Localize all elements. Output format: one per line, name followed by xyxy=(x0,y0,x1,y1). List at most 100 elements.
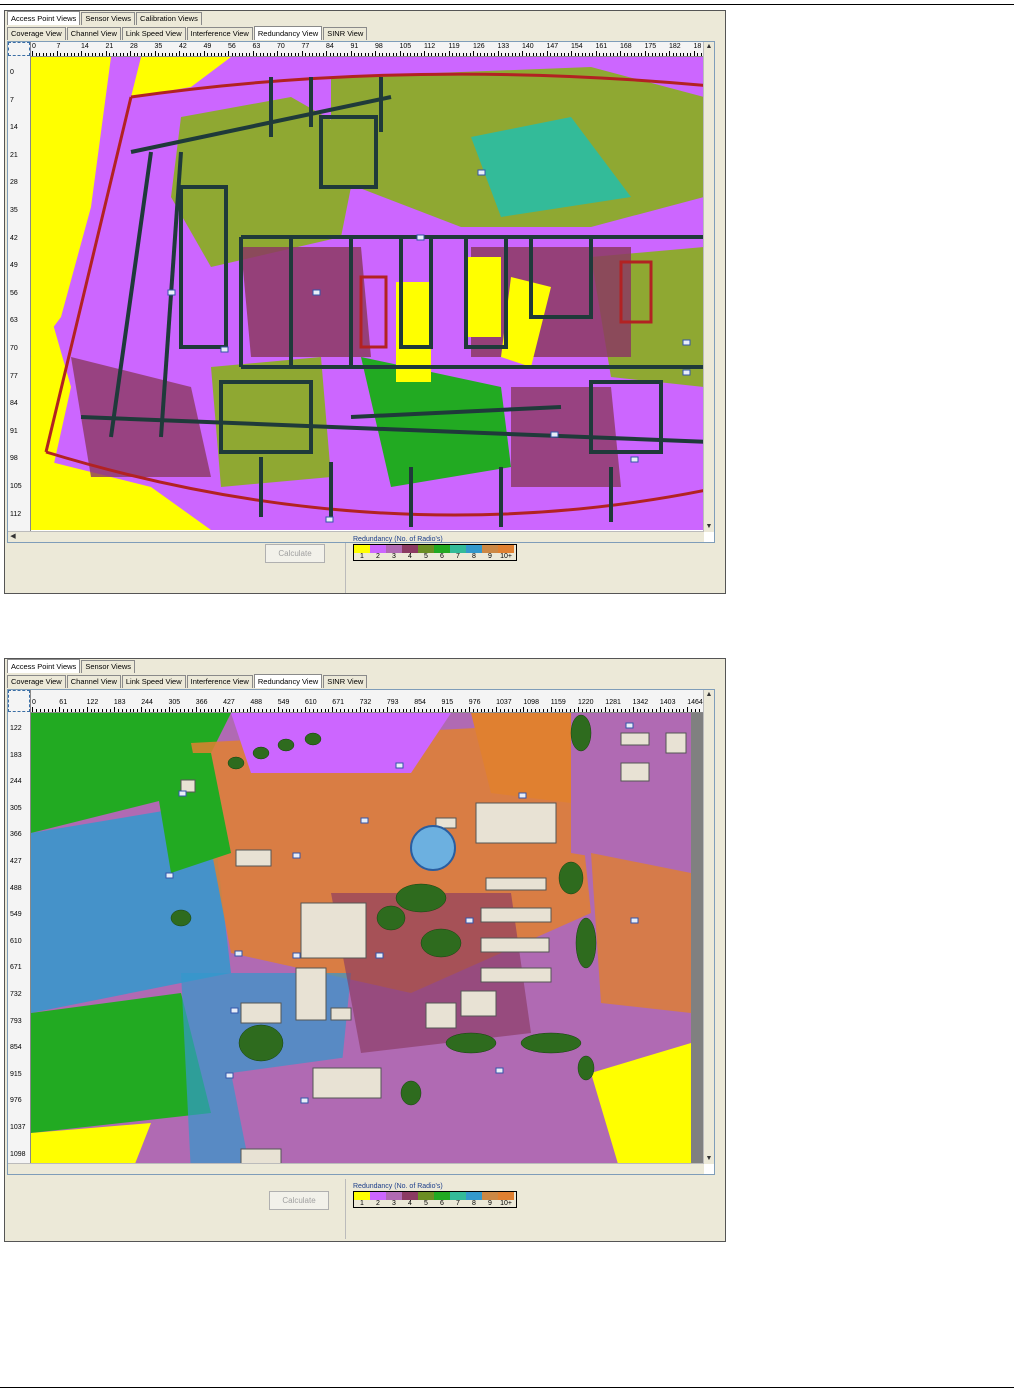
tab-access-point-views[interactable]: Access Point Views xyxy=(7,11,81,25)
calculate-button[interactable]: Calculate xyxy=(265,544,325,563)
ruler-tick xyxy=(217,53,219,56)
ruler-tick xyxy=(199,709,201,712)
ap-icon[interactable] xyxy=(518,792,527,799)
ap-icon[interactable] xyxy=(325,516,334,523)
legend-labels: 1 2 3 4 5 6 7 8 9 10+ xyxy=(354,553,516,560)
ruler-tick xyxy=(624,709,626,712)
ruler-y-label: 105 xyxy=(10,483,22,490)
scroll-down-arrow[interactable]: ▼ xyxy=(704,1154,714,1164)
ruler-tick xyxy=(676,53,677,56)
ruler-tick xyxy=(480,709,482,712)
scroll-up-arrow[interactable]: ▲ xyxy=(704,690,714,700)
ap-icon[interactable] xyxy=(495,1067,504,1074)
ruler-tick xyxy=(652,709,654,712)
ruler-tick xyxy=(242,709,244,712)
tab-interference-view[interactable]: Interference View xyxy=(186,675,253,688)
ruler-tick xyxy=(230,709,232,712)
ap-icon[interactable] xyxy=(292,852,301,859)
ap-icon[interactable] xyxy=(220,346,229,353)
ap-icon[interactable] xyxy=(312,289,321,296)
ap-icon[interactable] xyxy=(395,762,404,769)
ruler-tick xyxy=(110,709,111,712)
tab-coverage-view[interactable]: Coverage View xyxy=(7,675,66,688)
redundancy-heatmap-floor[interactable] xyxy=(31,57,704,530)
ruler-y-label: 976 xyxy=(10,1097,22,1105)
tab-channel-view[interactable]: Channel View xyxy=(66,675,121,688)
ruler-tick xyxy=(550,707,552,712)
tab-access-point-views[interactable]: Access Point Views xyxy=(7,659,81,673)
tab-sinr-view[interactable]: SINR View xyxy=(323,27,368,40)
tab-sinr-view[interactable]: SINR View xyxy=(323,675,368,688)
ap-icon[interactable] xyxy=(630,456,639,463)
building xyxy=(480,967,552,983)
ruler-tick xyxy=(53,53,54,56)
ruler-x-label: 14 xyxy=(81,43,89,50)
ruler-y-label: 793 xyxy=(10,1017,22,1025)
legend-swatch xyxy=(402,545,418,553)
ruler-tick xyxy=(144,53,145,56)
scroll-left-arrow[interactable]: ◀ xyxy=(8,532,18,542)
tree xyxy=(400,1080,422,1106)
redundancy-heatmap-campus[interactable] xyxy=(31,713,691,1174)
sub-tab-row: Coverage View Channel View Link Speed Vi… xyxy=(7,674,368,688)
ruler-corner[interactable] xyxy=(8,690,30,712)
ap-icon[interactable] xyxy=(630,917,639,924)
ap-icon[interactable] xyxy=(465,917,474,924)
ruler-corner[interactable] xyxy=(8,42,30,56)
ruler-tick xyxy=(515,53,516,56)
legend-label: 1 xyxy=(360,553,364,560)
ruler-tick xyxy=(189,53,191,56)
ap-icon[interactable] xyxy=(625,722,634,729)
scroll-up-arrow[interactable]: ▲ xyxy=(704,42,714,52)
ap-icon[interactable] xyxy=(230,1007,239,1014)
ap-icon[interactable] xyxy=(360,817,369,824)
vertical-scrollbar[interactable]: ▲ ▼ xyxy=(703,690,714,1164)
ap-icon[interactable] xyxy=(225,1072,234,1079)
ap-icon[interactable] xyxy=(300,1097,309,1104)
tab-sensor-views[interactable]: Sensor Views xyxy=(81,660,136,673)
ap-icon[interactable] xyxy=(477,169,486,176)
ap-icon[interactable] xyxy=(416,234,425,241)
tree xyxy=(376,905,406,931)
ap-icon[interactable] xyxy=(682,339,691,346)
tab-sensor-views[interactable]: Sensor Views xyxy=(81,12,136,25)
ap-icon[interactable] xyxy=(375,952,384,959)
ap-icon[interactable] xyxy=(234,950,243,957)
ruler-y-label: 14 xyxy=(10,124,18,132)
tab-redundancy-view[interactable]: Redundancy View xyxy=(253,674,323,688)
map-viewport[interactable]: 0 61 122 183 244 305 366 427 488 549 610 671 732 793 8… xyxy=(7,689,715,1175)
tab-link-speed-view[interactable]: Link Speed View xyxy=(121,27,186,40)
ap-icon[interactable] xyxy=(178,790,187,797)
tab-coverage-view[interactable]: Coverage View xyxy=(7,27,66,40)
ruler-tick xyxy=(671,709,673,712)
map-viewport[interactable]: 0 7 14 21 28 35 42 49 56 63 70 77 84 91 98 105 112 119 126… xyxy=(7,41,715,543)
ap-icon[interactable] xyxy=(167,289,176,296)
ruler-tick xyxy=(367,709,369,712)
tab-channel-view[interactable]: Channel View xyxy=(66,27,121,40)
tab-calibration-views[interactable]: Calibration Views xyxy=(136,12,202,25)
horizontal-scrollbar[interactable] xyxy=(8,1163,704,1174)
ruler-x-label: 915 xyxy=(441,699,454,706)
tree xyxy=(170,909,192,927)
ruler-tick xyxy=(78,709,80,712)
ap-icon[interactable] xyxy=(292,952,301,959)
building xyxy=(295,967,327,1021)
ruler-tick xyxy=(262,709,264,712)
tab-redundancy-view[interactable]: Redundancy View xyxy=(253,26,323,40)
ruler-tick xyxy=(350,51,352,56)
ruler-tick xyxy=(270,53,271,56)
ruler-tick xyxy=(461,709,462,712)
vertical-scrollbar[interactable]: ▲ ▼ xyxy=(703,42,714,532)
tab-link-speed-view[interactable]: Link Speed View xyxy=(121,675,186,688)
ap-icon[interactable] xyxy=(165,872,174,879)
calculate-button[interactable]: Calculate xyxy=(269,1191,329,1210)
ruler-tick xyxy=(227,709,228,712)
ruler-tick xyxy=(109,53,110,56)
ruler-tick xyxy=(487,53,488,56)
tab-interference-view[interactable]: Interference View xyxy=(186,27,253,40)
ruler-x-label: 1403 xyxy=(659,699,676,706)
ap-icon[interactable] xyxy=(682,369,691,376)
ruler-tick xyxy=(219,709,221,712)
scroll-down-arrow[interactable]: ▼ xyxy=(704,522,714,532)
ap-icon[interactable] xyxy=(550,431,559,438)
